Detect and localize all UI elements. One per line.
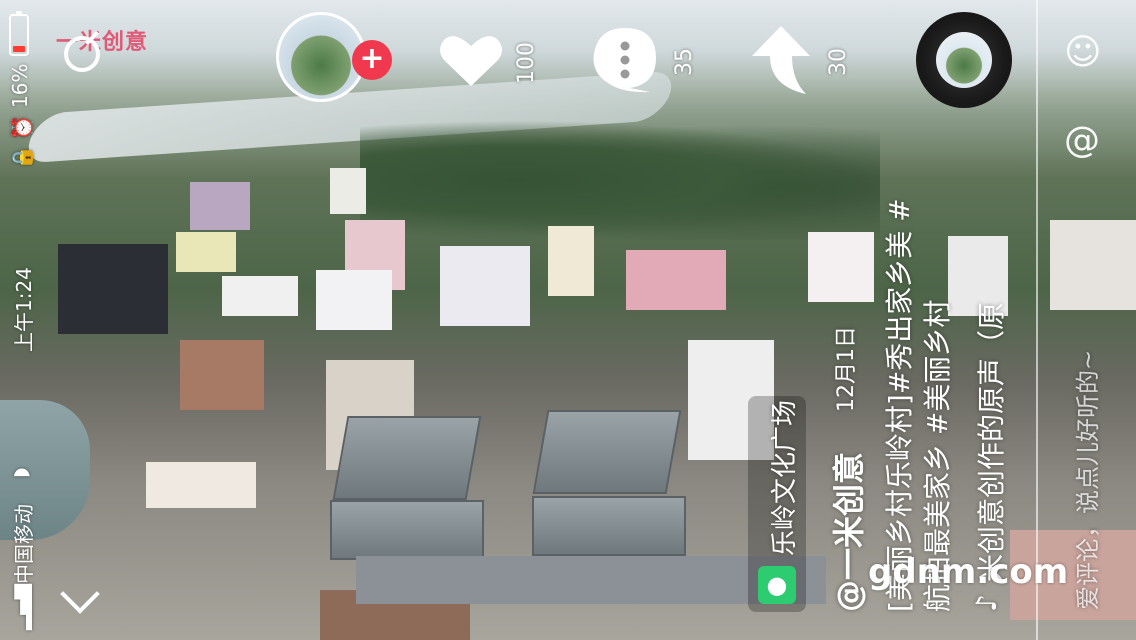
- battery-icon: [9, 11, 29, 56]
- share-icon[interactable]: [748, 24, 814, 96]
- share-count: 30: [826, 48, 851, 76]
- comment-input-hint[interactable]: 爱评论，说点儿好听的~: [1068, 350, 1103, 610]
- lock-icon: 🔒: [10, 145, 34, 170]
- status-bar: 16% ⏰ 🔒 上午1:24 ◗ 中国移动 ▂▄▆: [0, 0, 44, 640]
- wifi-icon: ◗: [8, 467, 32, 478]
- music-note-icon: ♪: [970, 594, 1003, 612]
- follow-plus-icon[interactable]: +: [352, 40, 392, 80]
- progress-divider: [1036, 0, 1038, 640]
- post-date: 12月1日: [834, 326, 859, 412]
- music-title[interactable]: 米创意创作的原声（原: [970, 302, 1010, 582]
- location-label: 乐岭文化广场: [770, 399, 800, 556]
- location-pin-icon: ●: [758, 566, 796, 604]
- comment-count: 35: [672, 48, 697, 76]
- at-icon[interactable]: @: [1064, 120, 1100, 161]
- caption-line-1: [美丽乡村乐岭村]#秀出家乡美 #: [883, 198, 916, 612]
- signal-icon: ▂▄▆: [8, 583, 32, 630]
- alarm-icon: ⏰: [10, 115, 34, 140]
- music-disc-cover: [936, 32, 992, 88]
- emoji-icon[interactable]: ☺: [1064, 32, 1102, 73]
- time-label: 上午1:24: [12, 267, 36, 352]
- search-icon[interactable]: [64, 36, 100, 72]
- carrier-label: 中国移动: [12, 504, 36, 584]
- comment-icon[interactable]: [590, 24, 660, 94]
- site-watermark: gdnm.com: [868, 552, 1069, 592]
- author-name[interactable]: @一米创意: [824, 452, 870, 612]
- battery-percent: 16%: [8, 63, 32, 108]
- heart-icon[interactable]: [436, 24, 506, 94]
- like-count: 100: [514, 42, 539, 84]
